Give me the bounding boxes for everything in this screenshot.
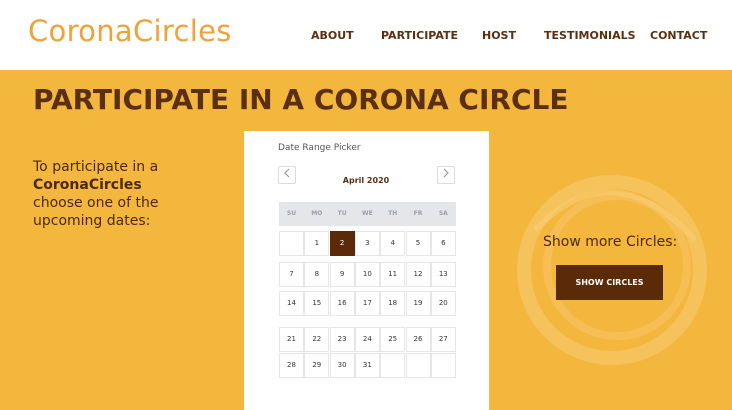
nav-host[interactable]: HOST — [482, 29, 516, 42]
calendar-day[interactable]: 24 — [354, 327, 380, 352]
weekday-label: WE — [362, 210, 373, 217]
calendar-day[interactable]: 25 — [380, 327, 406, 352]
weekday-label: TU — [337, 210, 347, 217]
calendar-day[interactable]: 7 — [279, 262, 304, 287]
weekday-label: SA — [438, 210, 448, 217]
weekday-label: TH — [388, 210, 398, 217]
calendar-day[interactable]: 17 — [354, 291, 380, 316]
calendar-day[interactable]: 12 — [405, 262, 431, 287]
site-header: CoronaCircles ABOUT PARTICIPATE HOST TES… — [0, 0, 732, 70]
calendar-day[interactable]: 30 — [329, 353, 355, 378]
site-logo[interactable]: CoronaCircles — [28, 14, 232, 48]
weekday-label: SU — [286, 210, 297, 217]
intro-line-1: To participate in a — [33, 159, 159, 175]
calendar-day[interactable]: 23 — [329, 327, 355, 352]
weekday-label: MO — [311, 210, 323, 217]
intro-line-3: choose one of the — [33, 195, 159, 211]
weekday-header: SU MO TU WE TH FR SA — [279, 202, 456, 226]
show-more-heading: Show more Circles: — [543, 234, 678, 250]
intro-line-4: upcoming dates: — [33, 213, 151, 229]
calendar-day[interactable]: 4 — [380, 231, 406, 256]
calendar-empty-cell — [405, 353, 431, 378]
picker-label: Date Range Picker — [278, 143, 361, 153]
calendar-day[interactable]: 31 — [354, 353, 380, 378]
intro-text: To participate in a CoronaCircles choose… — [33, 158, 233, 230]
nav-about[interactable]: ABOUT — [311, 29, 354, 42]
calendar-day[interactable]: 5 — [405, 231, 431, 256]
calendar-day[interactable]: 21 — [279, 327, 304, 352]
calendar-day[interactable]: 10 — [354, 262, 380, 287]
calendar-empty-cell — [279, 231, 304, 256]
calendar-day[interactable]: 28 — [279, 353, 304, 378]
date-range-picker: Date Range Picker April 2020 SU MO TU WE TH F… — [244, 131, 489, 410]
show-circles-button[interactable]: SHOW CIRCLES — [556, 265, 663, 300]
nav-participate[interactable]: PARTICIPATE — [381, 29, 458, 42]
calendar-empty-cell — [380, 353, 406, 378]
calendar-day[interactable]: 16 — [329, 291, 355, 316]
calendar-day[interactable]: 8 — [304, 262, 330, 287]
calendar-day[interactable]: 9 — [329, 262, 355, 287]
next-month-button[interactable] — [437, 166, 455, 184]
calendar-day[interactable]: 13 — [430, 262, 456, 287]
calendar-empty-cell — [430, 353, 456, 378]
calendar-day[interactable]: 14 — [279, 291, 304, 316]
month-label: April 2020 — [342, 176, 390, 185]
intro-brand: CoronaCircles — [33, 177, 142, 193]
calendar-day[interactable]: 22 — [304, 327, 330, 352]
calendar-day[interactable]: 2 — [329, 231, 355, 256]
calendar-day[interactable]: 29 — [304, 353, 330, 378]
calendar-day[interactable]: 26 — [405, 327, 431, 352]
chevron-left-icon — [284, 168, 290, 178]
calendar-day[interactable]: 27 — [430, 327, 456, 352]
chevron-right-icon — [443, 168, 449, 178]
prev-month-button[interactable] — [278, 166, 296, 184]
calendar-day[interactable]: 18 — [380, 291, 406, 316]
nav-testimonials[interactable]: TESTIMONIALS — [544, 29, 636, 42]
calendar-day[interactable]: 11 — [380, 262, 406, 287]
calendar-day[interactable]: 20 — [430, 291, 456, 316]
calendar-day[interactable]: 19 — [405, 291, 431, 316]
nav-contact[interactable]: CONTACT — [650, 29, 707, 42]
weekday-label: FR — [413, 210, 423, 217]
calendar-day[interactable]: 6 — [430, 231, 456, 256]
calendar-day[interactable]: 15 — [304, 291, 330, 316]
page-title: PARTICIPATE IN A CORONA CIRCLE — [33, 83, 569, 116]
calendar-day[interactable]: 1 — [304, 231, 330, 256]
calendar-day[interactable]: 3 — [354, 231, 380, 256]
